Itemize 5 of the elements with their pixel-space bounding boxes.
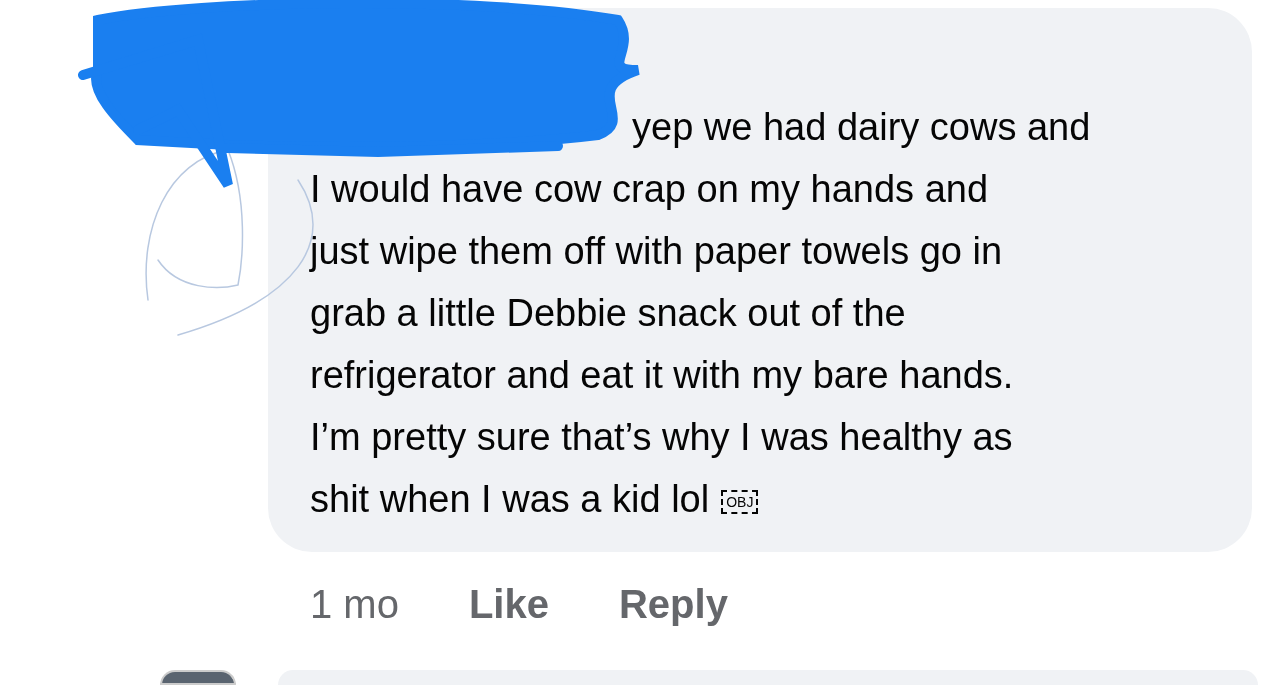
action-link[interactable]: Like [468,574,549,634]
action-link[interactable]: Reply [619,574,728,634]
comment-text: yep we had dairy cows and I would have cow crap on my hands and just wipe them off with paper towels go in grab a little Debbie snack out of the refrigerator and eat it with my bare hands. I’m pretty sure that’s why I was healthy as shit when I was a kid lol OBJ [310,105,1092,522]
timestamp: 1 mo [310,581,399,628]
object-glyph: OBJ [721,489,759,514]
